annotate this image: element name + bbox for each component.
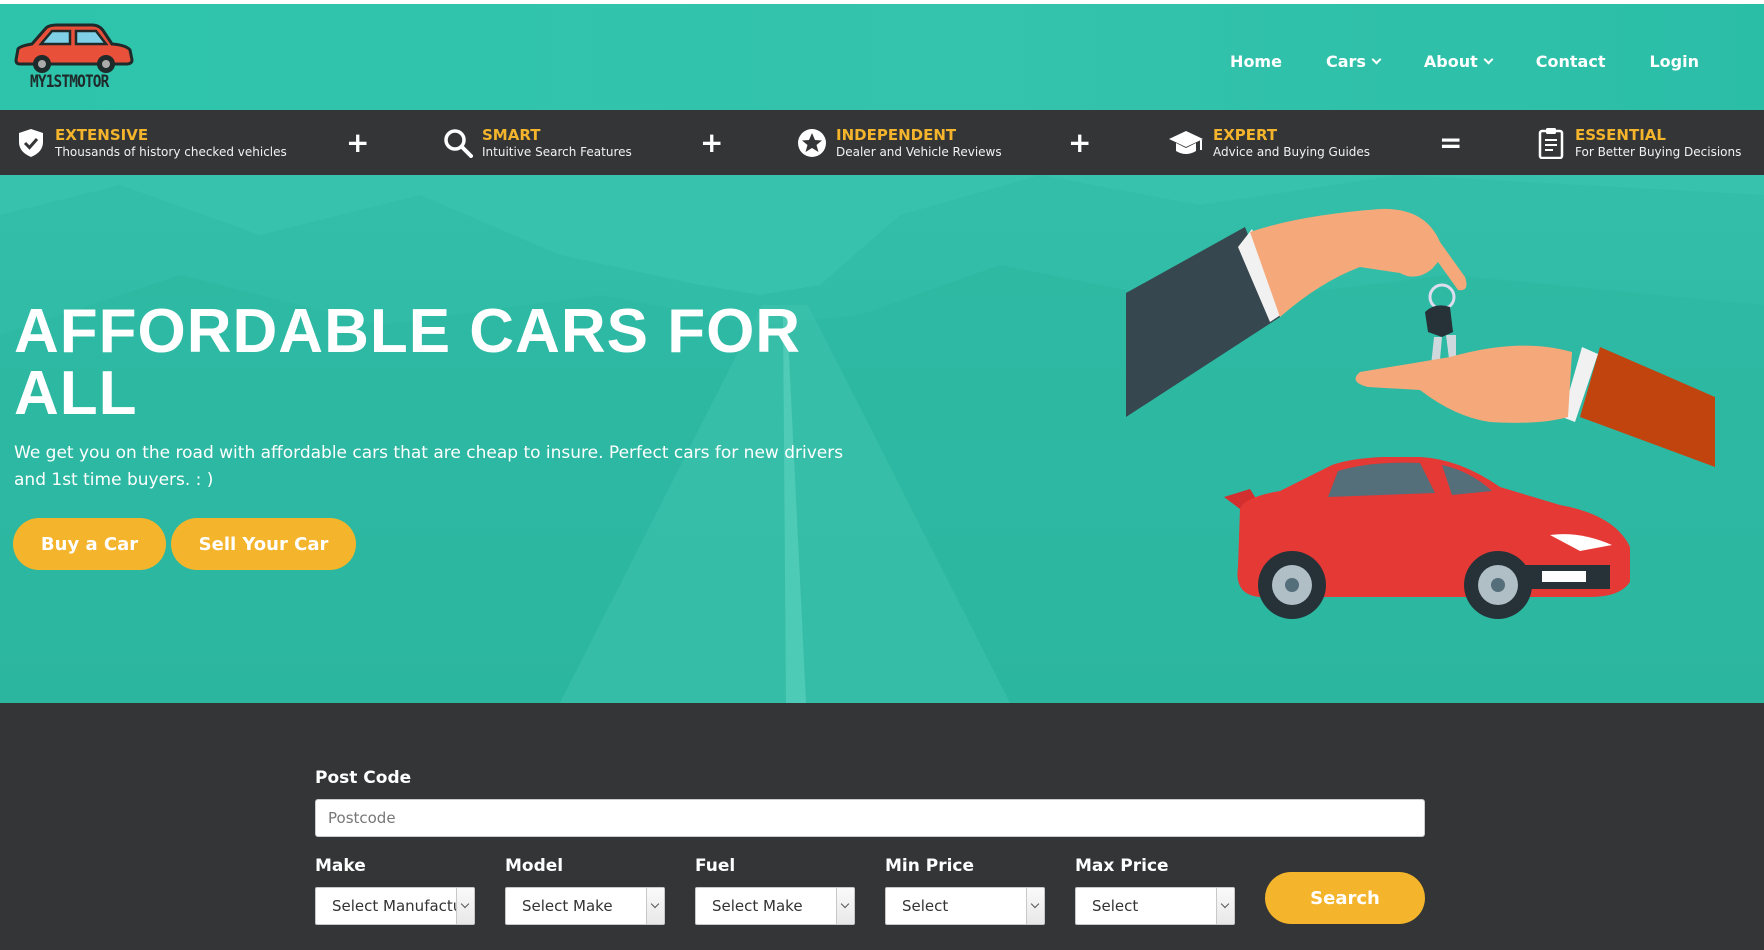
nav-home[interactable]: Home	[1230, 48, 1282, 74]
feature-title: SMART	[482, 125, 541, 144]
nav-login[interactable]: Login	[1649, 48, 1699, 74]
feature-subtitle: Dealer and Vehicle Reviews	[836, 144, 1002, 159]
nav-contact-label: Contact	[1535, 51, 1606, 71]
chevron-down-icon	[456, 888, 474, 924]
make-label: Make	[315, 856, 366, 876]
shield-check-icon	[16, 128, 46, 158]
nav-login-label: Login	[1649, 51, 1699, 71]
feature-title: EXPERT	[1213, 125, 1278, 144]
max-price-label: Max Price	[1075, 856, 1169, 876]
chevron-down-icon	[1216, 888, 1234, 924]
postcode-label: Post Code	[315, 768, 412, 788]
nav-cars[interactable]: Cars	[1325, 48, 1382, 74]
logo-text: MY1STMOTOR	[30, 72, 109, 92]
hero-subtitle: We get you on the road with affordable c…	[14, 443, 844, 490]
feature-smart: SMART Intuitive Search Features	[443, 110, 632, 175]
make-select[interactable]: Select Manufacturer	[315, 887, 475, 925]
model-select[interactable]: Select Make	[505, 887, 665, 925]
nav-home-label: Home	[1230, 51, 1282, 71]
min-price-select[interactable]: Select	[885, 887, 1045, 925]
nav-about[interactable]: About	[1423, 48, 1494, 74]
feature-independent: INDEPENDENT Dealer and Vehicle Reviews	[797, 110, 1002, 175]
clipboard-icon	[1536, 127, 1566, 159]
feature-title: ESSENTIAL	[1575, 125, 1666, 144]
feature-essential: ESSENTIAL For Better Buying Decisions	[1536, 110, 1741, 175]
hero-section: AFFORDABLE CARS FOR ALL We get you on th…	[0, 175, 1764, 703]
nav-cars-label: Cars	[1325, 51, 1366, 71]
min-price-select-value: Select	[902, 897, 949, 915]
nav-about-label: About	[1423, 51, 1478, 71]
sell-your-car-button[interactable]: Sell Your Car	[171, 518, 356, 570]
make-select-value: Select Manufacturer	[332, 897, 475, 915]
plus-operator: +	[346, 126, 370, 159]
feature-subtitle: Thousands of history checked vehicles	[55, 144, 287, 159]
fuel-label: Fuel	[695, 856, 736, 876]
feature-title: EXTENSIVE	[55, 125, 149, 144]
star-badge-icon	[797, 128, 827, 158]
search-button[interactable]: Search	[1265, 872, 1425, 924]
search-icon	[443, 128, 473, 158]
nav-contact[interactable]: Contact	[1536, 48, 1606, 74]
features-strip: EXTENSIVE Thousands of history checked ve…	[0, 110, 1764, 175]
fuel-select-value: Select Make	[712, 897, 803, 915]
min-price-label: Min Price	[885, 856, 975, 876]
feature-expert: EXPERT Advice and Buying Guides	[1168, 110, 1370, 175]
chevron-down-icon	[836, 888, 854, 924]
fuel-select[interactable]: Select Make	[695, 887, 855, 925]
main-nav: Home Cars About Contact Login	[1230, 48, 1764, 74]
max-price-select-value: Select	[1092, 897, 1139, 915]
model-label: Model	[505, 856, 564, 876]
chevron-down-icon	[1026, 888, 1044, 924]
max-price-select[interactable]: Select	[1075, 887, 1235, 925]
hero-title: AFFORDABLE CARS FOR ALL	[14, 297, 802, 428]
feature-extensive: EXTENSIVE Thousands of history checked ve…	[16, 110, 287, 175]
chevron-down-icon	[1371, 54, 1382, 64]
search-panel: Post Code Make Model Fuel Min Price Max …	[0, 703, 1764, 950]
feature-subtitle: Intuitive Search Features	[482, 144, 632, 159]
feature-title: INDEPENDENT	[836, 125, 957, 144]
equals-operator: =	[1439, 126, 1463, 159]
header: MY1STMOTOR Home Cars About Contact Login	[0, 0, 1764, 110]
model-select-value: Select Make	[522, 897, 613, 915]
feature-subtitle: Advice and Buying Guides	[1213, 144, 1371, 159]
postcode-input[interactable]	[315, 799, 1425, 837]
feature-subtitle: For Better Buying Decisions	[1575, 144, 1742, 159]
plus-operator: +	[1068, 126, 1092, 159]
chevron-down-icon	[646, 888, 664, 924]
graduation-cap-icon	[1168, 128, 1204, 158]
plus-operator: +	[700, 126, 724, 159]
chevron-down-icon	[1483, 54, 1494, 64]
red-car-illustration	[1224, 457, 1630, 619]
buy-a-car-button[interactable]: Buy a Car	[13, 518, 166, 570]
